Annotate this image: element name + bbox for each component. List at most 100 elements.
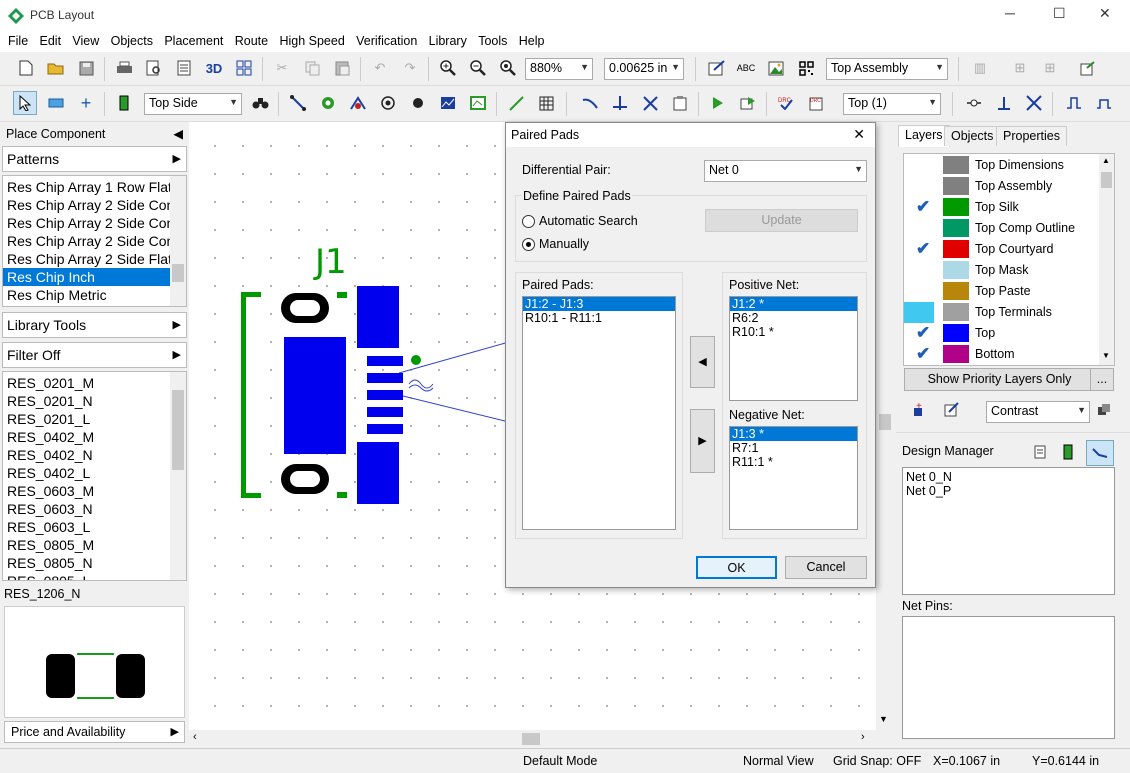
bus-icon[interactable] — [992, 91, 1016, 115]
menu-edit[interactable]: Edit — [36, 32, 66, 50]
layer-row[interactable]: ✔ Bottom — [912, 344, 1098, 365]
new-icon[interactable] — [14, 56, 38, 80]
close-button[interactable]: ✕ — [1099, 5, 1111, 22]
filter-header[interactable]: Filter Off ▶ — [2, 342, 187, 368]
parts-scrollbar[interactable] — [170, 372, 186, 580]
measure-icon[interactable] — [504, 91, 528, 115]
route-trace-icon[interactable] — [286, 91, 310, 115]
chevron-up-icon[interactable]: ▲ — [1102, 156, 1110, 165]
patterns-list[interactable]: Res Chip Array 1 Row Flat Res Chip Array… — [2, 175, 187, 307]
zoom-out-icon[interactable] — [466, 56, 490, 80]
layer-row[interactable]: Top Mask — [912, 260, 1098, 281]
tab-objects[interactable]: Objects — [944, 126, 1001, 146]
qr-code-icon[interactable] — [794, 56, 818, 80]
menu-placement[interactable]: Placement — [160, 32, 227, 50]
layer-row[interactable]: Top Assembly — [912, 176, 1098, 197]
maximize-button[interactable]: ☐ — [1053, 5, 1066, 22]
list-item[interactable]: RES_0805_L — [3, 572, 186, 580]
positive-net-list[interactable]: J1:2 * R6:2 R10:1 * — [729, 296, 858, 401]
chevron-down-icon[interactable]: ▼ — [1102, 351, 1110, 360]
copper-pour-icon[interactable] — [436, 91, 460, 115]
binoculars-icon[interactable] — [248, 91, 272, 115]
zoom-fit-icon[interactable] — [496, 56, 520, 80]
open-icon[interactable] — [44, 56, 68, 80]
list-item[interactable]: RES_0603_L — [3, 518, 186, 536]
add-layer-icon[interactable]: + — [910, 401, 926, 421]
list-item[interactable]: Res Chip Array 2 Side Con — [3, 232, 186, 250]
pad-icon[interactable] — [376, 91, 400, 115]
paste-icon[interactable] — [330, 56, 354, 80]
zoom-in-icon[interactable] — [436, 56, 460, 80]
chevron-down-icon[interactable]: ▼ — [879, 714, 888, 724]
drc-icon[interactable]: DRC — [774, 91, 798, 115]
export-icon[interactable] — [1076, 56, 1100, 80]
parts-list[interactable]: RES_0201_M RES_0201_N RES_0201_L RES_040… — [2, 371, 187, 581]
contrast-combo[interactable]: Contrast ▼ — [986, 401, 1090, 423]
autoroute-setup-icon[interactable] — [736, 91, 760, 115]
arc-trace-icon[interactable] — [346, 91, 370, 115]
tab-layers[interactable]: Layers — [898, 125, 950, 147]
list-item[interactable]: RES_0402_L — [3, 464, 186, 482]
component-move-icon[interactable]: ⊞ — [1008, 56, 1032, 80]
table-icon[interactable] — [534, 91, 558, 115]
list-item[interactable]: Res Chip Array 2 Side Con — [3, 214, 186, 232]
board-outline-icon[interactable] — [466, 91, 490, 115]
list-item[interactable]: RES_0402_N — [3, 446, 186, 464]
ok-button[interactable]: OK — [696, 556, 777, 579]
layer-combo[interactable]: Top (1) ▼ — [843, 93, 941, 115]
checkmark-icon[interactable]: ✔ — [916, 323, 930, 343]
dm-list-icon[interactable] — [1032, 444, 1048, 463]
list-item-selected[interactable]: J1:2 - J1:3 — [523, 297, 675, 311]
tab-properties[interactable]: Properties — [996, 126, 1067, 146]
pulse-wide-icon[interactable] — [1092, 91, 1116, 115]
print-icon[interactable] — [112, 56, 136, 80]
pulse-icon[interactable] — [1062, 91, 1086, 115]
image-icon[interactable] — [764, 56, 788, 80]
length-tune-icon[interactable] — [962, 91, 986, 115]
list-item[interactable]: R11:1 * — [730, 455, 857, 469]
layer-row[interactable]: ✔ Top — [912, 323, 1098, 344]
list-item[interactable]: RES_0201_L — [3, 410, 186, 428]
menu-tools[interactable]: Tools — [474, 32, 511, 50]
menu-objects[interactable]: Objects — [107, 32, 157, 50]
menu-help[interactable]: Help — [515, 32, 549, 50]
spell-check-icon[interactable]: ABC — [734, 56, 758, 80]
list-item[interactable]: Res Chip Array 2 Side Flat — [3, 250, 186, 268]
chevron-left-icon[interactable]: ‹ — [193, 731, 197, 743]
dm-nets-icon[interactable] — [1086, 440, 1114, 466]
move-left-button[interactable]: ◀ — [690, 336, 715, 388]
menu-library[interactable]: Library — [425, 32, 471, 50]
zoom-combo[interactable]: 880% ▼ — [525, 58, 593, 80]
manually-label[interactable]: Manually — [539, 237, 589, 251]
price-availability-header[interactable]: Price and Availability ▶ — [4, 721, 185, 743]
minimize-button[interactable]: ─ — [1005, 5, 1015, 21]
component-rotate-icon[interactable]: ⊞ — [1038, 56, 1062, 80]
menu-high-speed[interactable]: High Speed — [275, 32, 348, 50]
meander-icon[interactable] — [1022, 91, 1046, 115]
list-item[interactable]: Net 0_P — [906, 484, 1111, 498]
dm-component-icon[interactable] — [1062, 444, 1074, 463]
layers-list[interactable]: Top Dimensions Top Assembly ✔ Top Silk To… — [903, 153, 1115, 366]
negative-net-list[interactable]: J1:3 * R7:1 R11:1 * — [729, 426, 858, 530]
undo-icon[interactable]: ↶ — [368, 56, 392, 80]
cancel-button[interactable]: Cancel — [785, 556, 867, 579]
list-item[interactable]: Res Chip Metric — [3, 286, 186, 304]
panelize-icon[interactable] — [232, 56, 256, 80]
move-right-button[interactable]: ▶ — [690, 409, 715, 473]
unroute-icon[interactable] — [638, 91, 662, 115]
nets-list[interactable]: Net 0_N Net 0_P — [902, 467, 1115, 595]
list-item[interactable]: Res Chip Array 1 Row Flat — [3, 178, 186, 196]
list-item[interactable]: RES_0603_N — [3, 500, 186, 518]
place-component-header[interactable]: Place Component ◀ — [2, 124, 187, 144]
crosshair-icon[interactable]: + — [74, 91, 98, 115]
layer-row[interactable]: ✔ Top Silk — [912, 197, 1098, 218]
list-item[interactable]: RES_0402_M — [3, 428, 186, 446]
menu-verification[interactable]: Verification — [352, 32, 421, 50]
route-diff-pair-icon[interactable] — [578, 91, 602, 115]
print-preview-icon[interactable] — [142, 56, 166, 80]
list-item[interactable]: R6:2 — [730, 311, 857, 325]
layers-scrollbar[interactable]: ▲ ▼ — [1099, 154, 1114, 365]
ruler-icon[interactable] — [44, 91, 68, 115]
save-icon[interactable] — [74, 56, 98, 80]
net-pins-list[interactable] — [902, 616, 1115, 739]
